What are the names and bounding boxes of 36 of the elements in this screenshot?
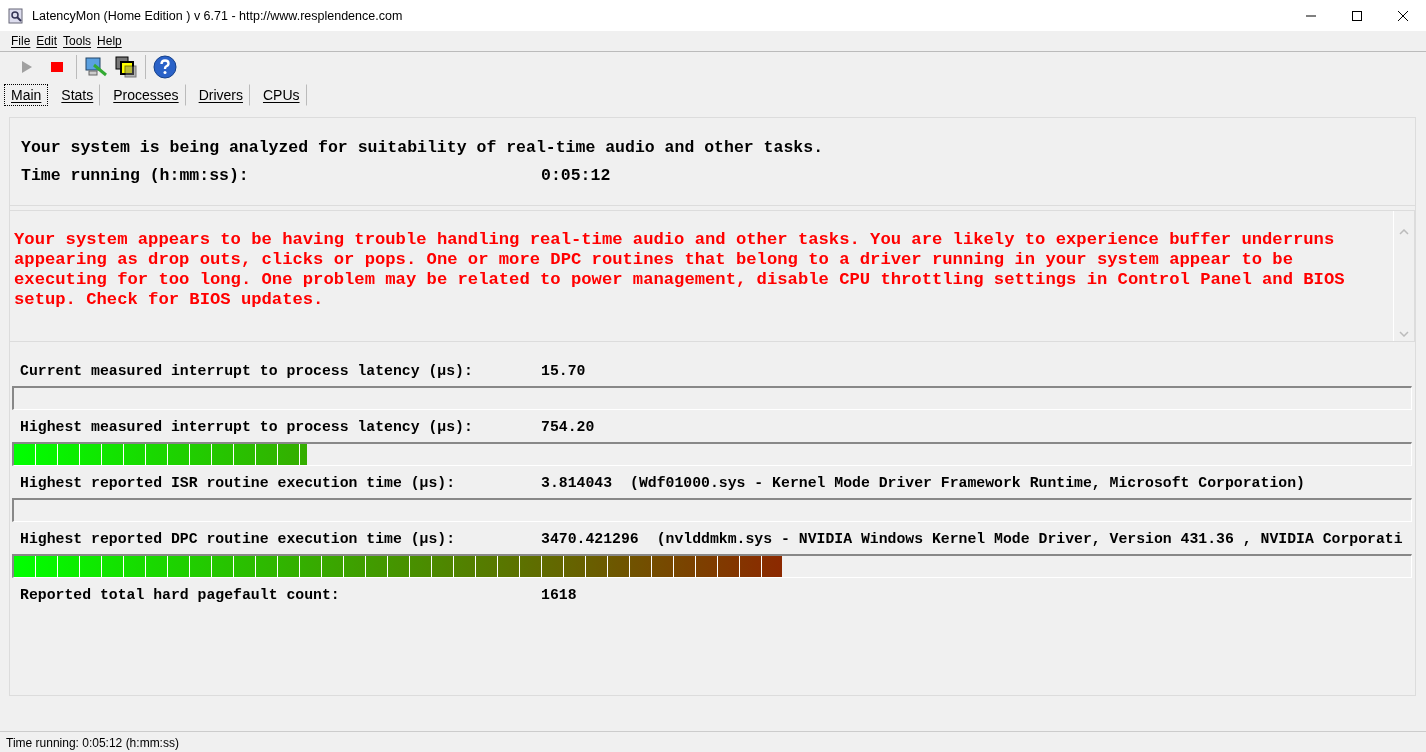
driver-detail: (nvlddmkm.sys - NVIDIA Windows Kernel Mode Driver, Version 431.36 , NVIDIA Corporati xyxy=(656,531,1403,547)
app-icon xyxy=(8,7,24,24)
scroll-down-icon[interactable] xyxy=(1399,331,1409,337)
status-bar: Time running: 0:05:12 (h:mm:ss) xyxy=(0,731,1426,752)
window-title: LatencyMon (Home Edition ) v 6.71 - http://www.resplendence.com xyxy=(32,8,404,23)
metric-label: Highest reported DPC routine execution time (µs): xyxy=(20,531,457,547)
metric-value: 15.70 xyxy=(541,363,586,379)
metric-value: 3.814043 xyxy=(541,475,613,491)
tab[interactable]: Processes xyxy=(106,84,186,106)
windows-icon[interactable] xyxy=(113,54,139,80)
metric-value: 754.20 xyxy=(541,419,595,435)
metric-label: Current measured interrupt to process latency (µs): xyxy=(20,363,474,379)
tab[interactable]: CPUs xyxy=(255,84,307,106)
time-label: Time running (h:mm:ss): xyxy=(21,166,250,185)
time-value: 0:05:12 xyxy=(541,166,611,185)
metric-label: Reported total hard pagefault count: xyxy=(20,587,341,603)
metric-value: 3470.421296 xyxy=(541,531,639,547)
help-icon[interactable] xyxy=(152,54,178,80)
analysis-heading: Your system is being analyzed for suitability of real-time audio and other tasks. xyxy=(21,138,825,157)
driver-detail: (Wdf01000.sys - Kernel Mode Driver Framework Runtime, Microsoft Corporation) xyxy=(630,475,1305,491)
menu-item[interactable]: Help xyxy=(94,34,125,48)
tab[interactable]: Main xyxy=(4,84,49,106)
stop-icon xyxy=(51,62,63,72)
scroll-up-icon[interactable] xyxy=(1399,229,1409,235)
verdict-message: Your system appears to be having trouble handling real-time audio and other tasks. You are likely to experience buffer underruns appearing as drop outs, clicks or pops. One or more DPC routines that belong to a driver running in your system appear to be executing for too long. One problem may be related to power management, disable CPU throttling settings in Control Panel and BIOS setup. Check for BIOS updates. xyxy=(13,229,1346,311)
metric-label: Highest reported ISR routine execution time (µs): xyxy=(20,475,457,491)
tab[interactable]: Drivers xyxy=(191,84,250,106)
maximize-icon xyxy=(1351,9,1363,22)
tab[interactable]: Stats xyxy=(54,84,101,106)
metric-label: Highest measured interrupt to process latency (µs): xyxy=(20,419,474,435)
close-icon xyxy=(1397,9,1409,22)
metric-value: 1618 xyxy=(541,587,577,603)
menu-item[interactable]: File xyxy=(8,34,34,48)
play-icon xyxy=(21,60,33,74)
menu-item[interactable]: Edit xyxy=(33,34,61,48)
menu-item[interactable]: Tools xyxy=(60,34,95,48)
